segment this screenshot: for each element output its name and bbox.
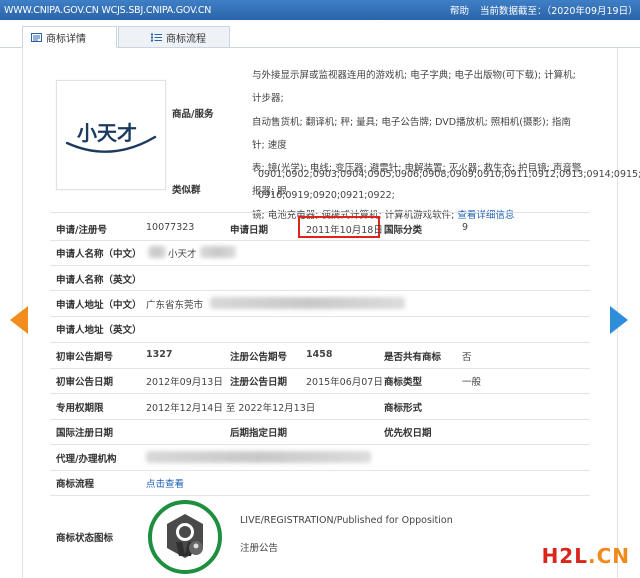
similar-group-line: 0916;0919;0920;0921;0922; [258, 190, 395, 201]
similar-group-line: 0901;0902;0903;0904;0905;0906;0908;0909;… [258, 169, 640, 180]
reg-no: 10077323 [146, 222, 195, 233]
apply-date: 2011年10月18日 [306, 225, 383, 236]
shared-label: 是否共有商标 [384, 352, 442, 363]
agent-label: 代理/办理机构 [56, 454, 117, 465]
help-link[interactable]: 帮助 [450, 3, 469, 17]
goods-label: 商品/服务 [172, 109, 214, 120]
document-icon [31, 32, 42, 42]
next-arrow[interactable] [610, 306, 628, 334]
apply-date-label: 申请日期 [230, 225, 269, 236]
intl-class-label: 国际分类 [384, 225, 423, 236]
goods-line: 自动售货机; 翻译机; 秤; 量具; 电子公告牌; DVD播放机; 照相机(摄影… [252, 116, 571, 151]
applicant-en-label: 申请人名称（英文） [56, 275, 142, 286]
divider [50, 240, 590, 241]
priority-date-label: 优先权日期 [384, 428, 432, 439]
status-cn: 注册公告 [240, 543, 279, 554]
exclusive-label: 专用权期限 [56, 403, 104, 414]
prelim-no-label: 初审公告期号 [56, 352, 114, 363]
type-label: 商标类型 [384, 377, 423, 388]
reg-pub-date: 2015年06月07日 [306, 377, 383, 388]
process-link[interactable]: 点击查看 [146, 476, 184, 490]
reg-pub-no: 1458 [306, 349, 333, 360]
similar-group-label: 类似群 [172, 185, 201, 196]
trademark-image: 小天才 [56, 80, 166, 190]
exclusive: 2012年12月14日 至 2022年12月13日 [146, 403, 316, 414]
status-badge [148, 500, 222, 574]
data-date: 当前数据截至：（2020年09月19日） [480, 6, 638, 17]
redacted [210, 297, 405, 309]
divider [50, 265, 590, 266]
reg-no-label: 申请/注册号 [56, 225, 107, 236]
prelim-date-label: 初审公告日期 [56, 377, 114, 388]
status-text: LIVE/REGISTRATION/Published for Oppositi… [240, 515, 453, 526]
form-label: 商标形式 [384, 403, 423, 414]
divider [50, 495, 590, 496]
prelim-no: 1327 [146, 349, 173, 360]
reg-pub-date-label: 注册公告日期 [230, 377, 288, 388]
tab-bar: 商标详情 商标流程 [0, 26, 640, 48]
intl-reg-date-label: 国际注册日期 [56, 428, 114, 439]
tab-label: 商标详情 [46, 33, 86, 45]
goods-line: 与外接显示屏或监视器连用的游戏机; 电子字典; 电子出版物(可下载); 计算机;… [252, 70, 576, 105]
redacted [200, 246, 236, 258]
logo-text: 小天才 [77, 121, 137, 145]
divider [50, 444, 590, 445]
prelim-date: 2012年09月13日 [146, 377, 223, 388]
top-bar: WWW.CNIPA.GOV.CN WCJS.SBJ.CNIPA.GOV.CN 帮… [0, 0, 640, 20]
list-icon [151, 33, 162, 41]
divider [50, 290, 590, 291]
watermark-logo: H2L.CN [541, 544, 630, 568]
divider [50, 212, 590, 213]
process-label: 商标流程 [56, 479, 95, 490]
reg-pub-no-label: 注册公告期号 [230, 352, 288, 363]
address-cn: 广东省东莞市 [146, 300, 204, 311]
address-cn-label: 申请人地址（中文） [56, 300, 142, 311]
redacted [146, 451, 371, 463]
divider [50, 470, 590, 471]
address-en-label: 申请人地址（英文） [56, 325, 142, 336]
similar-group-list: 0901;0902;0903;0904;0905;0906;0908;0909;… [258, 164, 640, 206]
trademark-logo: 小天才 [65, 121, 157, 153]
intl-class: 9 [462, 222, 469, 233]
divider [50, 419, 590, 420]
divider [50, 316, 590, 317]
registered-status-icon [167, 514, 203, 558]
shared: 否 [462, 352, 472, 363]
divider [50, 393, 590, 394]
divider [50, 342, 590, 343]
status-label: 商标状态图标 [56, 533, 114, 544]
redacted [148, 246, 166, 258]
later-date-label: 后期指定日期 [230, 428, 288, 439]
site-url: WWW.CNIPA.GOV.CN WCJS.SBJ.CNIPA.GOV.CN [4, 4, 212, 16]
prev-arrow[interactable] [10, 306, 28, 334]
divider [50, 368, 590, 369]
applicant-cn-label: 申请人名称（中文） [56, 249, 142, 260]
applicant-cn: 小天才 [168, 249, 197, 260]
tab-trademark-detail[interactable]: 商标详情 [22, 26, 117, 48]
tab-label: 商标流程 [166, 33, 206, 45]
tab-trademark-process[interactable]: 商标流程 [118, 26, 230, 48]
type: 一般 [462, 377, 482, 388]
